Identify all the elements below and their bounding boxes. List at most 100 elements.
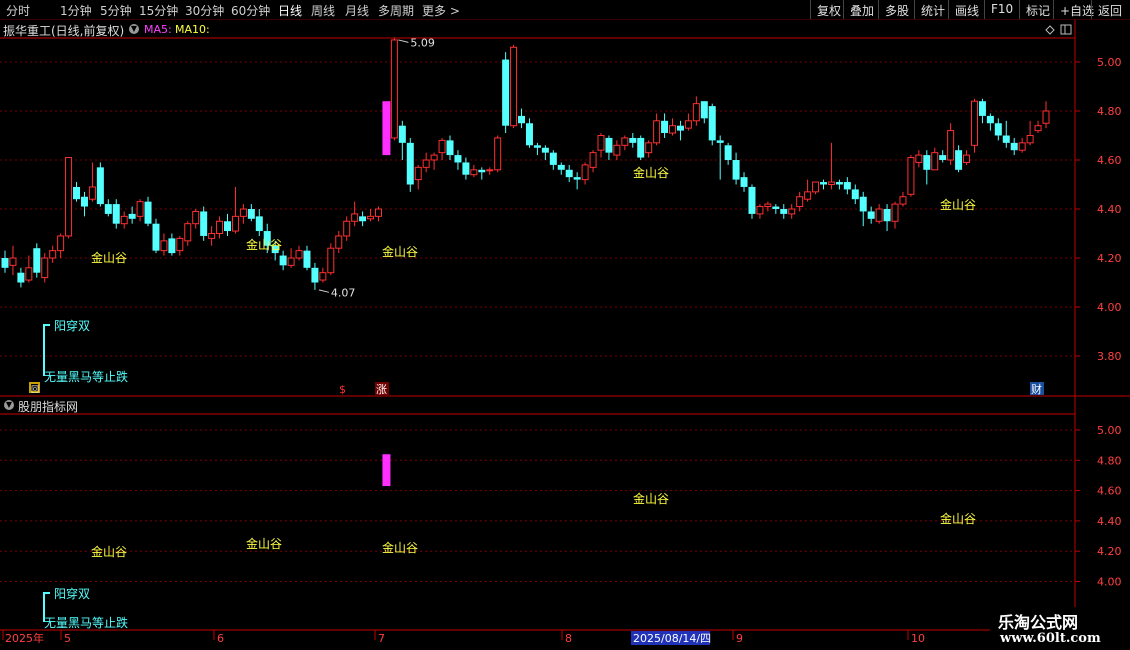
candle-body-down	[883, 209, 891, 222]
candle-body-up	[812, 181, 820, 193]
jinshangu-sub-label: 金山谷	[382, 540, 418, 555]
candle-body-up	[756, 206, 764, 215]
marker-cai-bg	[1030, 382, 1044, 395]
legend-text-1: 阳穿双	[54, 318, 90, 333]
period-tab-fenshi[interactable]: 分时	[6, 2, 30, 19]
candle-body-down	[462, 162, 470, 175]
candle-body-up	[335, 235, 343, 249]
period-tab-30min[interactable]: 30分钟	[185, 2, 224, 19]
price-axis-label: 3.80	[1097, 350, 1122, 363]
candle-body-up	[216, 220, 224, 234]
candle-body-down	[279, 255, 287, 266]
period-tab-5min[interactable]: 5分钟	[100, 2, 132, 19]
candle-body-up	[692, 103, 700, 122]
period-tab-60min[interactable]: 60分钟	[231, 2, 270, 19]
period-tab-15min[interactable]: 15分钟	[139, 2, 178, 19]
draw-line-button[interactable]: 画线	[948, 0, 984, 19]
time-axis-label: 8	[565, 632, 572, 645]
period-tab-more[interactable]: 更多 >	[422, 2, 460, 19]
marker-box-label: 回	[31, 385, 39, 394]
candle-body-down	[629, 137, 637, 143]
candle-body-up	[49, 250, 57, 259]
candle-body-down	[33, 248, 41, 273]
price-axis-label: 4.00	[1097, 301, 1122, 314]
candle-body-down	[994, 123, 1002, 136]
chevron-down-icon[interactable]: ▼	[129, 24, 139, 34]
fuquan-button[interactable]: 复权	[810, 0, 847, 19]
candle-body-up	[120, 215, 128, 225]
candle-body-up	[669, 125, 677, 134]
price-axis-label: 4.80	[1097, 105, 1122, 118]
time-axis-label: 7	[378, 632, 385, 645]
candle-body-up	[57, 235, 65, 252]
candle-body-up	[1042, 110, 1050, 124]
overlay-button[interactable]: 叠加	[843, 0, 881, 19]
candle-body-up	[915, 154, 923, 163]
candle-body-up	[184, 223, 192, 242]
back-button[interactable]: 返回	[1091, 0, 1130, 19]
candle-body-up	[374, 208, 382, 217]
jinshangu-label: 金山谷	[633, 165, 669, 180]
candle-body-up	[438, 139, 446, 154]
indicator-chevron-down-icon[interactable]: ▼	[4, 400, 14, 410]
candle-body-up	[581, 164, 589, 181]
candle-body-up	[367, 215, 375, 220]
candle-body-up	[899, 196, 907, 205]
candle-body-up	[287, 257, 295, 266]
marker-box-inner	[31, 384, 38, 391]
candle-body-down	[144, 201, 152, 224]
candle-body-down	[518, 115, 526, 124]
time-axis-label: 10	[911, 632, 925, 645]
candle-body-up	[239, 208, 247, 217]
candle-body-up	[422, 159, 430, 168]
candle-body-down	[843, 182, 851, 190]
legend-bracket	[43, 592, 50, 622]
candle-body-down	[708, 106, 716, 141]
candle-body-up	[788, 208, 796, 215]
candle-body-down	[104, 204, 112, 214]
candle-body-down	[406, 142, 414, 185]
period-tab-1min[interactable]: 1分钟	[60, 2, 92, 19]
jinshangu-label: 金山谷	[91, 250, 127, 265]
time-axis-label: 5	[64, 632, 71, 645]
sub-axis-label: 5.00	[1097, 424, 1122, 437]
multi-stock-button[interactable]: 多股	[878, 0, 915, 19]
sub-axis-label: 4.20	[1097, 545, 1122, 558]
stats-button[interactable]: 统计	[914, 0, 948, 19]
f10-button[interactable]: F10	[984, 0, 1021, 19]
candle-body-down	[303, 250, 311, 268]
candle-body-up	[804, 191, 812, 200]
candle-body-down	[200, 211, 208, 236]
candle-body-down	[923, 155, 931, 170]
candle-body-up	[947, 130, 955, 161]
candle-body-up	[764, 203, 772, 208]
candle-body-up	[907, 157, 915, 195]
toolbar: 分时 1分钟 5分钟 15分钟 30分钟 60分钟 日线 周线 月线 多周期 更…	[0, 0, 1130, 20]
period-tab-daily[interactable]: 日线	[278, 2, 302, 19]
candle-body-down	[573, 177, 581, 180]
watermark: 乐淘公式网 www.60lt.com	[990, 607, 1130, 650]
period-tab-multi[interactable]: 多周期	[378, 2, 414, 19]
candle-body-down	[541, 147, 549, 153]
candle-body-up	[382, 137, 390, 140]
candle-body-up	[343, 220, 351, 237]
candle-body-down	[311, 267, 319, 283]
marker-box	[29, 382, 40, 393]
candle-body-up	[470, 169, 478, 176]
candle-body-down	[700, 101, 708, 119]
signal-bar-sub	[382, 454, 391, 487]
candle-body-up	[1018, 142, 1026, 151]
candle-body-up	[796, 196, 804, 208]
marker-dollar: $	[339, 383, 346, 396]
period-tab-monthly[interactable]: 月线	[345, 2, 369, 19]
cursor-date-bg	[631, 631, 710, 645]
candle-body-down	[780, 209, 788, 214]
period-tab-weekly[interactable]: 周线	[311, 2, 335, 19]
add-favorite-button[interactable]: +自选	[1053, 0, 1094, 19]
candle-body-up	[136, 201, 144, 217]
more-label: 更多	[422, 4, 447, 18]
sub-axis-label: 4.80	[1097, 454, 1122, 467]
candle-body-up	[963, 154, 971, 163]
mark-button[interactable]: 标记	[1019, 0, 1053, 19]
time-axis-label: 9	[736, 632, 743, 645]
